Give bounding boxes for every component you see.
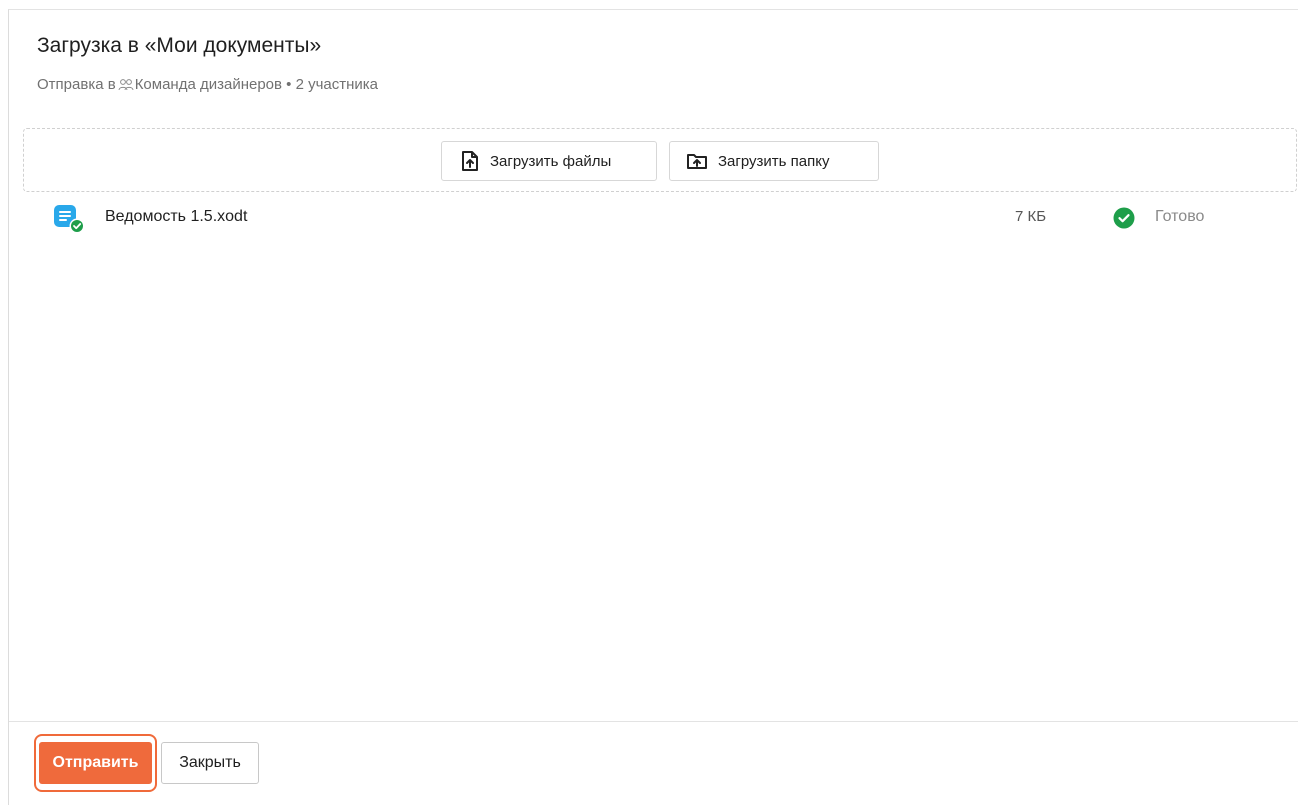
upload-folder-button[interactable]: Загрузить папку (669, 141, 879, 181)
close-button[interactable]: Закрыть (161, 742, 259, 784)
folder-upload-icon (686, 151, 718, 171)
check-circle-icon (1113, 207, 1135, 229)
subtitle-separator: • (281, 76, 296, 93)
file-name: Ведомость 1.5.xodt (105, 208, 248, 225)
send-button[interactable]: Отправить (39, 742, 152, 784)
file-status: Готово (1155, 208, 1205, 225)
file-row: Ведомость 1.5.xodt 7 КБ Готово (9, 198, 1298, 238)
upload-folder-label: Загрузить папку (718, 152, 830, 170)
dialog-subtitle: Отправка в Команда дизайнеров • 2 участн… (37, 76, 378, 93)
subtitle-prefix: Отправка в (37, 76, 116, 93)
document-icon (53, 204, 89, 234)
dialog-title: Загрузка в «Мои документы» (37, 34, 322, 57)
group-icon (118, 78, 134, 92)
subtitle-members: 2 участника (295, 76, 379, 93)
file-upload-icon (460, 150, 490, 172)
subtitle-group-name: Команда дизайнеров (134, 76, 282, 93)
upload-files-button[interactable]: Загрузить файлы (441, 141, 657, 181)
dialog-footer: Отправить Закрыть (9, 721, 1298, 806)
upload-files-label: Загрузить файлы (490, 152, 612, 170)
upload-dropzone[interactable]: Загрузить файлы Загрузить папку (23, 128, 1297, 192)
file-size: 7 КБ (1015, 208, 1047, 225)
upload-dialog: Загрузка в «Мои документы» Отправка в Ко… (8, 9, 1298, 805)
